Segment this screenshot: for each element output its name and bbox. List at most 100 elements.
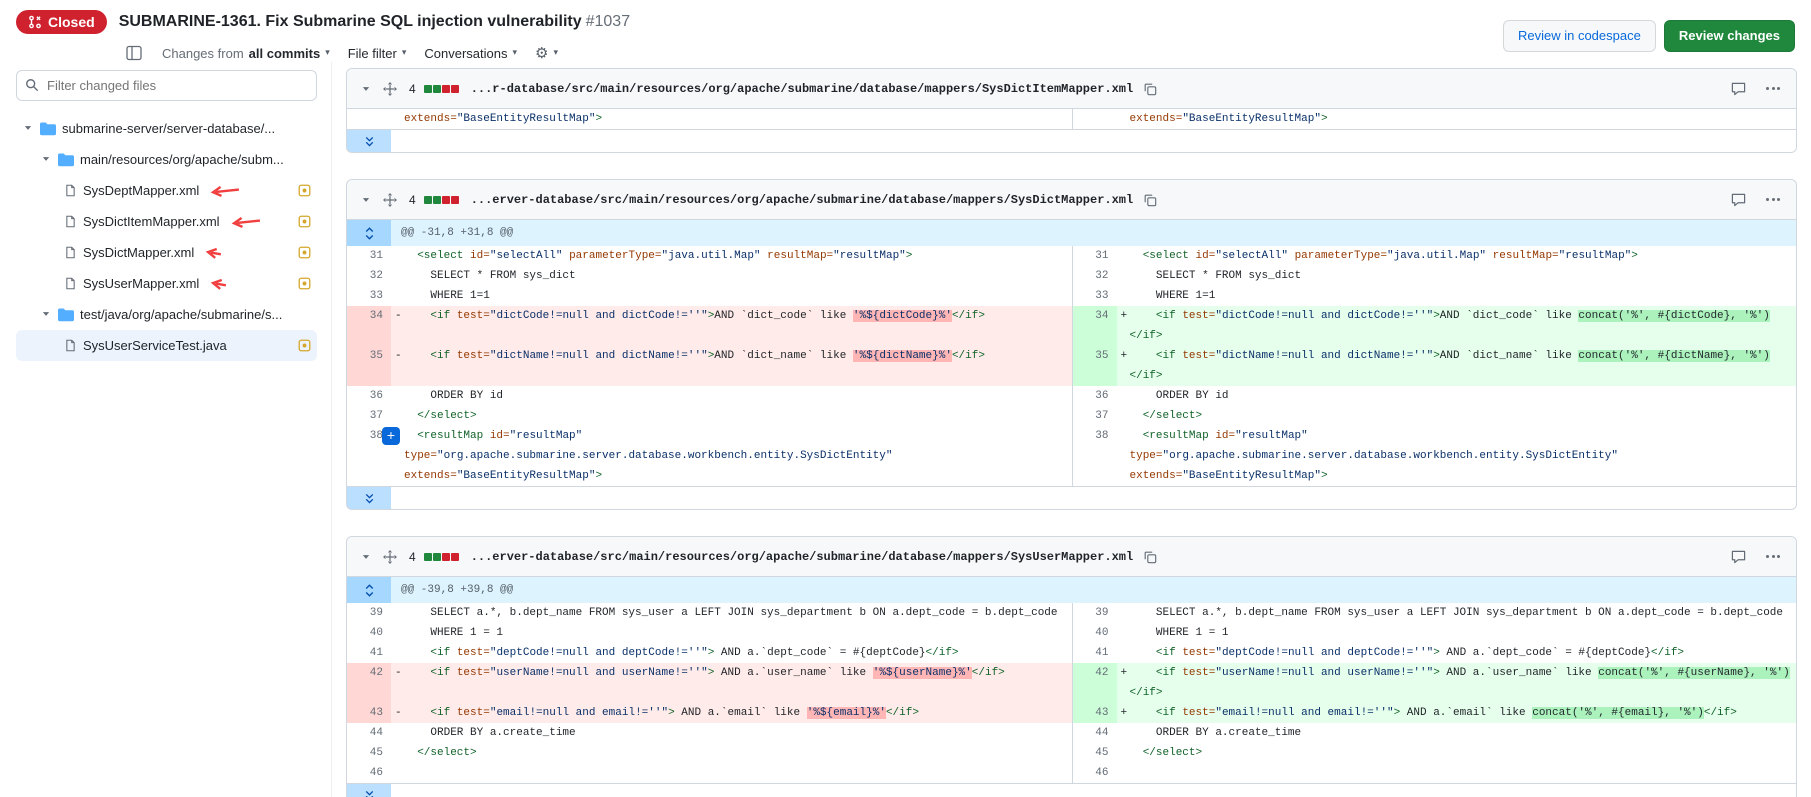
line-number[interactable]: 32 bbox=[347, 266, 391, 286]
expand-hunk-icon[interactable] bbox=[347, 220, 391, 246]
comment-icon[interactable] bbox=[1729, 547, 1748, 566]
line-number[interactable]: 35 bbox=[1073, 346, 1117, 386]
code-line: <select id="selectAll" parameterType="ja… bbox=[391, 246, 1072, 266]
annotation-arrow-icon bbox=[230, 215, 262, 229]
line-number[interactable]: 38 bbox=[1073, 426, 1117, 486]
line-number[interactable]: 41 bbox=[347, 643, 391, 663]
diff-side-left: 44 ORDER BY a.create_time bbox=[347, 723, 1072, 743]
line-number[interactable]: 42 bbox=[347, 663, 391, 703]
comment-icon[interactable] bbox=[1729, 190, 1748, 209]
kebab-menu-icon[interactable] bbox=[1762, 551, 1784, 562]
code-line bbox=[1117, 763, 1797, 783]
chevron-down-icon[interactable] bbox=[40, 307, 52, 322]
drag-handle-icon[interactable] bbox=[381, 80, 399, 98]
filter-files-input[interactable] bbox=[16, 70, 317, 101]
changes-from-dropdown[interactable]: Changes from all commits ▾ bbox=[162, 46, 330, 61]
expand-down-icon[interactable] bbox=[347, 487, 391, 509]
kebab-menu-icon[interactable] bbox=[1762, 194, 1784, 205]
review-changes-button[interactable]: Review changes bbox=[1664, 20, 1795, 52]
file-path[interactable]: ...r-database/src/main/resources/org/apa… bbox=[471, 82, 1134, 96]
diff-side-left: 36 ORDER BY id bbox=[347, 386, 1072, 406]
chevron-down-icon[interactable] bbox=[22, 121, 34, 136]
diff-row: 45 </select>45 </select> bbox=[347, 743, 1796, 763]
line-number[interactable]: 36 bbox=[347, 386, 391, 406]
file-filter-dropdown[interactable]: File filter ▾ bbox=[348, 46, 407, 61]
line-number[interactable]: 33 bbox=[1073, 286, 1117, 306]
sidebar-folder-item[interactable]: test/java/org/apache/submarine/s... bbox=[16, 299, 317, 330]
sidebar-folder-item[interactable]: submarine-server/server-database/... bbox=[16, 113, 317, 144]
line-number[interactable]: 43 bbox=[1073, 703, 1117, 723]
line-number[interactable]: 38+ bbox=[347, 426, 391, 486]
add-comment-button[interactable]: + bbox=[382, 427, 400, 445]
expand-down-icon[interactable] bbox=[347, 130, 391, 152]
comment-icon[interactable] bbox=[1729, 79, 1748, 98]
line-number[interactable]: 40 bbox=[1073, 623, 1117, 643]
expand-hunk-icon[interactable] bbox=[347, 577, 391, 603]
sidebar-file-item[interactable]: SysUserMapper.xml bbox=[16, 268, 317, 299]
line-number[interactable]: 46 bbox=[347, 763, 391, 783]
collapse-file-chevron-icon[interactable] bbox=[359, 193, 373, 207]
line-number[interactable]: 39 bbox=[347, 603, 391, 623]
status-badge: Closed bbox=[16, 10, 107, 34]
file-name: main/resources/org/apache/subm... bbox=[80, 152, 284, 167]
drag-handle-icon[interactable] bbox=[381, 191, 399, 209]
changed-lines-count: 4 bbox=[409, 193, 416, 207]
line-number[interactable]: 44 bbox=[347, 723, 391, 743]
line-number[interactable]: 40 bbox=[347, 623, 391, 643]
annotation-arrow-icon bbox=[209, 277, 228, 291]
diff-side-right: 43+ <if test="email!=null and email!=''"… bbox=[1072, 703, 1797, 723]
line-number[interactable]: 33 bbox=[347, 286, 391, 306]
line-number[interactable]: 34 bbox=[347, 306, 391, 346]
file-icon bbox=[64, 214, 77, 229]
page-title: SUBMARINE-1361. Fix Submarine SQL inject… bbox=[119, 13, 630, 31]
line-number[interactable]: 43 bbox=[347, 703, 391, 723]
collapse-file-chevron-icon[interactable] bbox=[359, 550, 373, 564]
line-number[interactable]: 37 bbox=[1073, 406, 1117, 426]
diff-settings-dropdown[interactable]: ⚙ ▾ bbox=[535, 44, 558, 62]
line-number[interactable]: 32 bbox=[1073, 266, 1117, 286]
line-number[interactable]: 35 bbox=[347, 346, 391, 386]
sidebar-file-item[interactable]: SysUserServiceTest.java bbox=[16, 330, 317, 361]
sidebar-file-item[interactable]: SysDictMapper.xml bbox=[16, 237, 317, 268]
chevron-down-icon[interactable] bbox=[40, 152, 52, 167]
conversations-dropdown[interactable]: Conversations ▾ bbox=[424, 46, 517, 61]
file-filter-label: File filter bbox=[348, 46, 397, 61]
hunk-header: @@ -31,8 +31,8 @@ bbox=[347, 220, 1796, 246]
line-number[interactable]: 41 bbox=[1073, 643, 1117, 663]
line-number[interactable]: 45 bbox=[347, 743, 391, 763]
line-number[interactable]: 31 bbox=[347, 246, 391, 266]
code-line: <if test="deptCode!=null and deptCode!='… bbox=[1117, 643, 1797, 663]
line-number[interactable]: 46 bbox=[1073, 763, 1117, 783]
sidebar-toggle-icon[interactable] bbox=[124, 43, 144, 63]
file-icon bbox=[64, 245, 77, 260]
file-path[interactable]: ...erver-database/src/main/resources/org… bbox=[471, 550, 1134, 564]
line-number[interactable]: 42 bbox=[1073, 663, 1117, 703]
copy-path-icon[interactable] bbox=[1141, 80, 1159, 98]
modified-status-icon bbox=[298, 184, 311, 197]
line-number[interactable]: 44 bbox=[1073, 723, 1117, 743]
line-number[interactable]: 34 bbox=[1073, 306, 1117, 346]
sidebar-file-item[interactable]: SysDeptMapper.xml bbox=[16, 175, 317, 206]
file-icon bbox=[64, 338, 77, 353]
collapse-file-chevron-icon[interactable] bbox=[359, 82, 373, 96]
file-path[interactable]: ...erver-database/src/main/resources/org… bbox=[471, 193, 1134, 207]
copy-path-icon[interactable] bbox=[1141, 548, 1159, 566]
expand-down-icon[interactable] bbox=[347, 784, 391, 797]
review-in-codespace-button[interactable]: Review in codespace bbox=[1503, 20, 1656, 52]
line-number[interactable]: 37 bbox=[347, 406, 391, 426]
line-number[interactable]: 31 bbox=[1073, 246, 1117, 266]
diff-row: 32 SELECT * FROM sys_dict32 SELECT * FRO… bbox=[347, 266, 1796, 286]
diff-row: 46 46 bbox=[347, 763, 1796, 783]
line-number[interactable] bbox=[347, 109, 391, 129]
copy-path-icon[interactable] bbox=[1141, 191, 1159, 209]
kebab-menu-icon[interactable] bbox=[1762, 83, 1784, 94]
sidebar-file-item[interactable]: SysDictItemMapper.xml bbox=[16, 206, 317, 237]
line-number[interactable] bbox=[1073, 109, 1117, 129]
line-number[interactable]: 39 bbox=[1073, 603, 1117, 623]
drag-handle-icon[interactable] bbox=[381, 548, 399, 566]
line-number[interactable]: 36 bbox=[1073, 386, 1117, 406]
sidebar-folder-item[interactable]: main/resources/org/apache/subm... bbox=[16, 144, 317, 175]
file-name: SysDictItemMapper.xml bbox=[83, 214, 220, 229]
diff-side-left: 41 <if test="deptCode!=null and deptCode… bbox=[347, 643, 1072, 663]
line-number[interactable]: 45 bbox=[1073, 743, 1117, 763]
